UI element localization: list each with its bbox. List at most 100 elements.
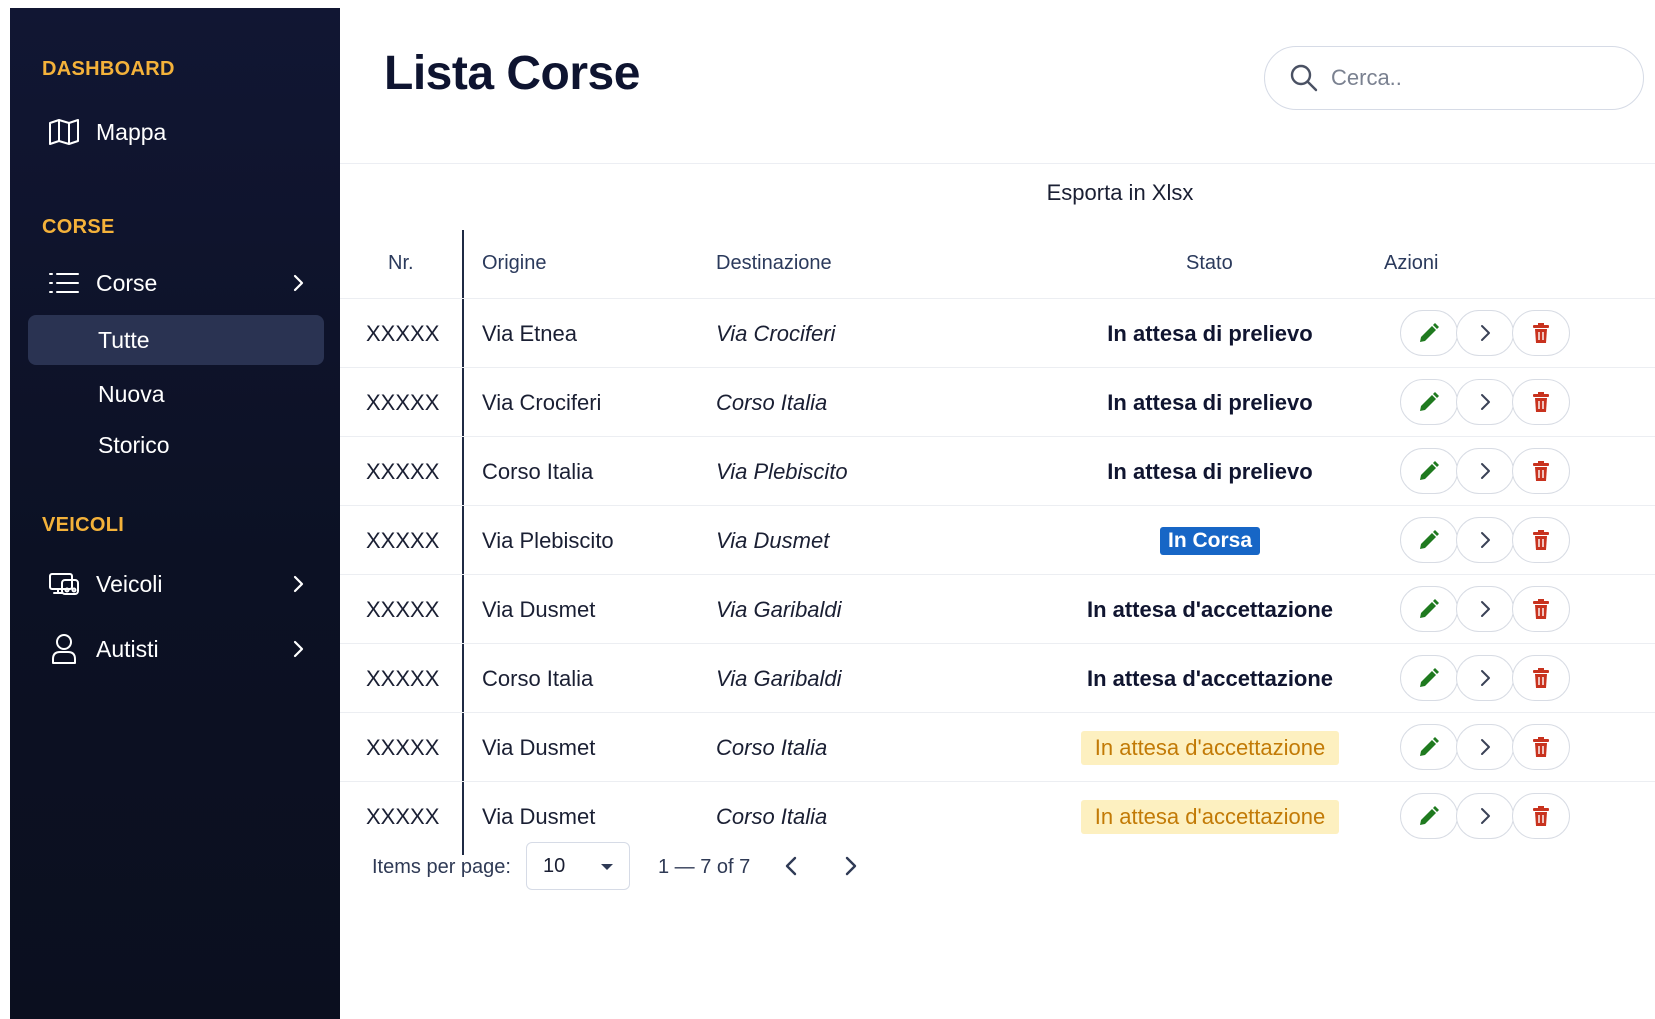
sidebar: DASHBOARD Mappa CORSE Corse Tutte Nuova … [10,8,340,1019]
pencil-icon [1420,737,1439,756]
table-row[interactable]: XXXXX Via Etnea Via Crociferi In attesa di … [340,298,1655,367]
header-actions: Azioni [1384,252,1439,274]
trash-icon [1533,461,1549,481]
cell-status: In Corsa [1040,506,1380,575]
table-row[interactable]: XXXXX Via Plebiscito Via Dusmet In Corsa [340,505,1655,574]
sidebar-subitem-label: Storico [98,431,170,458]
delete-button[interactable] [1512,586,1570,632]
cell-destination: Corso Italia [716,734,828,760]
status-badge: In attesa di prelievo [1107,320,1313,346]
delete-button[interactable] [1512,793,1570,839]
edit-button[interactable] [1400,586,1458,632]
sidebar-item-label: Veicoli [96,570,163,597]
rides-table: Nr. Origine Destinazione Stato Azioni XX… [340,230,1655,855]
section-title-corse: CORSE [42,216,115,238]
cell-destination: Corso Italia [716,389,828,415]
chevron-right-icon [1481,670,1490,686]
row-actions [1400,310,1570,356]
sidebar-item-corse[interactable]: Corse [28,257,324,309]
delete-button[interactable] [1512,517,1570,563]
delete-button[interactable] [1512,310,1570,356]
edit-button[interactable] [1400,655,1458,701]
cell-status: In attesa d'accettazione [1040,713,1380,782]
cell-status: In attesa d'accettazione [1040,644,1380,713]
edit-button[interactable] [1400,379,1458,425]
sidebar-subitem-label: Nuova [98,380,165,407]
trash-icon [1533,668,1549,688]
chevron-right-icon [1481,739,1490,755]
edit-button[interactable] [1400,724,1458,770]
header-destination[interactable]: Destinazione [716,252,832,275]
row-actions [1400,379,1570,425]
page-size-select[interactable]: 10 [526,842,630,890]
cell-origin: Corso Italia [482,665,594,691]
trash-icon [1533,530,1549,550]
trash-icon [1533,737,1549,757]
delete-button[interactable] [1512,724,1570,770]
detail-button[interactable] [1456,448,1514,494]
chevron-right-icon [1481,463,1490,479]
table-row[interactable]: XXXXX Corso Italia Via Garibaldi In attesa … [340,643,1655,712]
user-icon [46,631,82,667]
status-badge: In attesa di prelievo [1107,458,1313,484]
delete-button[interactable] [1512,379,1570,425]
search-box[interactable] [1264,46,1644,110]
detail-button[interactable] [1456,724,1514,770]
map-icon [46,114,82,150]
trash-icon [1533,806,1549,826]
search-input[interactable] [1331,65,1631,91]
detail-button[interactable] [1456,586,1514,632]
detail-button[interactable] [1456,655,1514,701]
edit-button[interactable] [1400,793,1458,839]
edit-button[interactable] [1400,448,1458,494]
sidebar-item-label: Autisti [96,635,159,662]
cell-status: In attesa di prelievo [1040,368,1380,437]
edit-button[interactable] [1400,310,1458,356]
pencil-icon [1420,530,1439,549]
chevron-right-icon [293,640,304,658]
page-range-label: 1 — 7 of 7 [658,856,751,878]
status-badge: In attesa d'accettazione [1086,596,1334,622]
header-status[interactable]: Stato [1186,252,1233,275]
sidebar-subitem-storico[interactable]: Storico [28,420,324,470]
cell-origin: Via Dusmet [482,596,596,622]
items-per-page-label: Items per page: [372,856,511,878]
chevron-right-icon [1481,532,1490,548]
table-row[interactable]: XXXXX Via Dusmet Corso Italia In attesa d'a… [340,712,1655,781]
edit-button[interactable] [1400,517,1458,563]
cell-nr: XXXXX [366,734,440,760]
previous-page-button[interactable] [778,852,806,880]
detail-button[interactable] [1456,517,1514,563]
pencil-icon [1420,323,1439,342]
status-badge: In Corsa [1159,526,1261,555]
status-badge: In attesa d'accettazione [1080,730,1340,765]
table-row[interactable]: XXXXX Via Crociferi Corso Italia In attesa … [340,367,1655,436]
table-row[interactable]: XXXXX Corso Italia Via Plebiscito In attesa… [340,436,1655,505]
header-origin[interactable]: Origine [482,252,546,275]
detail-button[interactable] [1456,379,1514,425]
cell-origin: Via Dusmet [482,734,596,760]
chevron-right-icon [293,274,304,292]
page-size-value: 10 [543,854,566,877]
cell-destination: Via Crociferi [716,320,836,346]
pencil-icon [1420,599,1439,618]
delete-button[interactable] [1512,448,1570,494]
main-content: Lista Corse Esporta in Xlsx Nr. Origine … [340,8,1655,1019]
sidebar-item-autisti[interactable]: Autisti [28,623,324,675]
sidebar-item-mappa[interactable]: Mappa [28,106,324,158]
sidebar-subitem-nuova[interactable]: Nuova [28,369,324,419]
next-page-button[interactable] [836,852,864,880]
detail-button[interactable] [1456,793,1514,839]
pencil-icon [1420,392,1439,411]
delete-button[interactable] [1512,655,1570,701]
sidebar-item-veicoli[interactable]: Veicoli [28,558,324,610]
sidebar-item-label: Corse [96,269,158,296]
export-xlsx-button[interactable]: Esporta in Xlsx [1020,180,1220,206]
header-nr[interactable]: Nr. [388,252,414,275]
page-title: Lista Corse [384,47,640,100]
sidebar-subitem-tutte[interactable]: Tutte [28,315,324,365]
detail-button[interactable] [1456,310,1514,356]
sidebar-item-label: Mappa [96,118,167,145]
table-row[interactable]: XXXXX Via Dusmet Via Garibaldi In attesa d'… [340,574,1655,643]
row-actions [1400,448,1570,494]
